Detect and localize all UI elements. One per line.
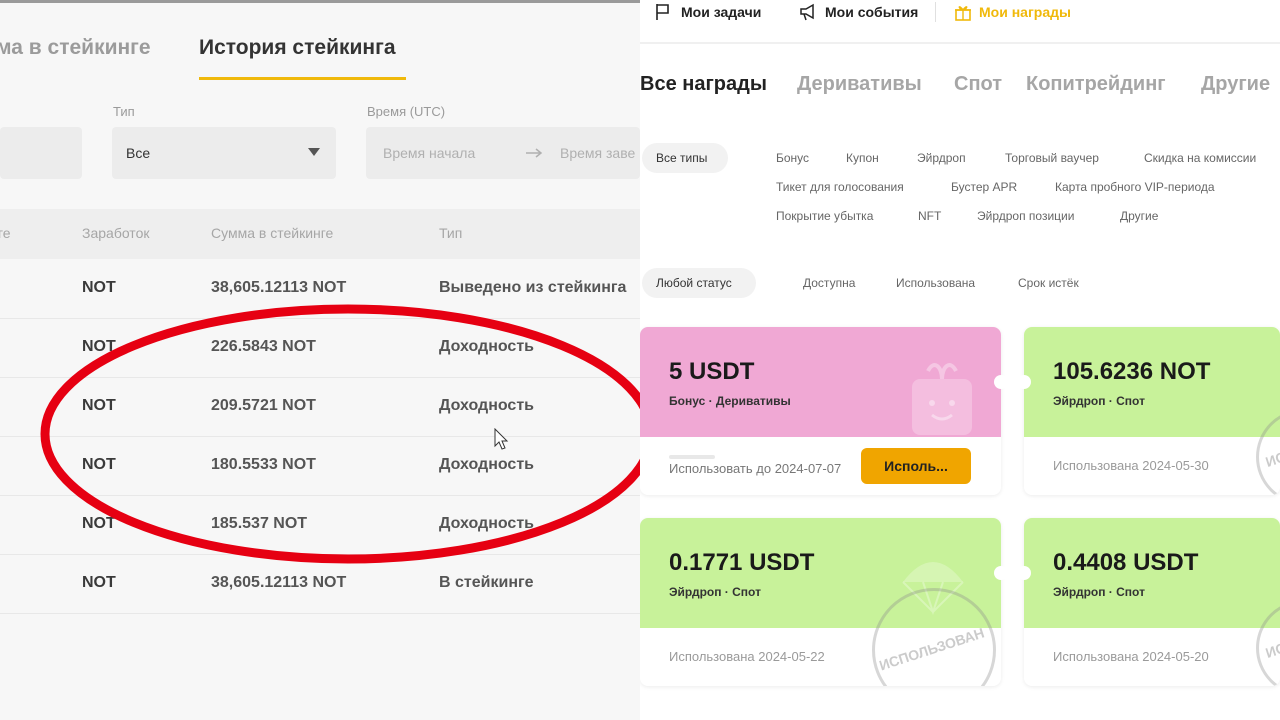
filter-type-airdrop[interactable]: Эйрдроп	[917, 151, 966, 165]
filter-type-position-airdrop[interactable]: Эйрдроп позиции	[977, 209, 1074, 223]
card-notch	[1017, 375, 1031, 389]
stamp-text: ИСПО	[1263, 442, 1280, 470]
card-subtitle: Эйрдроп · Спот	[1053, 585, 1145, 599]
tab-derivatives[interactable]: Деривативы	[797, 73, 922, 96]
tab-all-rewards[interactable]: Все награды	[640, 73, 767, 96]
megaphone-icon	[800, 3, 814, 21]
filter-chip-label: Все типы	[656, 151, 708, 165]
filter-type-trading-voucher[interactable]: Торговый ваучер	[1005, 151, 1099, 165]
filter-chip-all-types[interactable]: Все типы	[642, 143, 728, 173]
filter-type-loss-cover[interactable]: Покрытие убытка	[776, 209, 873, 223]
nav-my-tasks[interactable]: Мои задачи	[681, 4, 761, 20]
filter-type-vip-trial[interactable]: Карта пробного VIP-периода	[1055, 180, 1215, 194]
card-footer: Использовать до 2024-07-07	[669, 461, 842, 476]
use-reward-button[interactable]: Исполь...	[861, 448, 971, 484]
nav-divider	[935, 2, 936, 22]
filter-status-used[interactable]: Использована	[896, 276, 975, 290]
header-divider	[640, 42, 1280, 44]
card-amount: 0.4408 USDT	[1053, 549, 1199, 576]
card-footer: Использована 2024-05-30	[1053, 458, 1209, 473]
rewards-panel: Мои задачи Мои события Мои награды Все н…	[640, 0, 1280, 720]
card-amount: 0.1771 USDT	[669, 549, 815, 576]
reward-card[interactable]: 0.1771 USDT Эйрдроп · Спот Использована …	[640, 518, 1001, 686]
card-subtitle: Эйрдроп · Спот	[1053, 394, 1145, 408]
nav-my-rewards[interactable]: Мои награды	[979, 4, 1071, 20]
reward-card[interactable]: 105.6236 NOT Эйрдроп · Спот Использована…	[1024, 327, 1280, 495]
stamp-text: ИСПОЛЬЗОВАН	[877, 624, 987, 674]
filter-type-bonus[interactable]: Бонус	[776, 151, 809, 165]
card-amount: 105.6236 NOT	[1053, 358, 1211, 385]
filter-type-apr-booster[interactable]: Бустер APR	[951, 180, 1017, 194]
reward-card[interactable]: 5 USDT Бонус · Деривативы Использовать д…	[640, 327, 1001, 495]
gift-box-icon	[912, 363, 972, 435]
filter-type-coupon[interactable]: Купон	[846, 151, 879, 165]
tab-copytrading[interactable]: Копитрейдинг	[1026, 73, 1166, 96]
tab-other[interactable]: Другие	[1201, 73, 1270, 96]
top-nav: Мои задачи Мои события Мои награды	[640, 0, 1280, 32]
filter-status-available[interactable]: Доступна	[803, 276, 855, 290]
filter-chip-label: Любой статус	[656, 276, 732, 290]
nav-my-events[interactable]: Мои события	[825, 4, 918, 20]
filter-type-fee-discount[interactable]: Скидка на комиссии	[1144, 151, 1256, 165]
card-subtitle: Эйрдроп · Спот	[669, 585, 761, 599]
reward-card[interactable]: 0.4408 USDT Эйрдроп · Спот Использована …	[1024, 518, 1280, 686]
stamp-text: ИСПО	[1263, 633, 1280, 661]
card-notch	[994, 566, 1008, 580]
card-subtitle: Бонус · Деривативы	[669, 394, 791, 408]
gift-icon	[955, 6, 971, 21]
card-notch	[1017, 566, 1031, 580]
filter-chip-any-status[interactable]: Любой статус	[642, 268, 756, 298]
filter-type-other[interactable]: Другие	[1120, 209, 1158, 223]
tab-spot[interactable]: Спот	[954, 73, 1002, 96]
card-footer: Использована 2024-05-22	[669, 649, 825, 664]
filter-type-voting-ticket[interactable]: Тикет для голосования	[776, 180, 904, 194]
filter-type-nft[interactable]: NFT	[918, 209, 941, 223]
card-amount: 5 USDT	[669, 358, 755, 385]
flag-icon	[656, 4, 669, 20]
card-notch	[994, 375, 1008, 389]
card-footer: Использована 2024-05-20	[1053, 649, 1209, 664]
filter-status-expired[interactable]: Срок истёк	[1018, 276, 1079, 290]
progress-bar	[669, 455, 715, 459]
